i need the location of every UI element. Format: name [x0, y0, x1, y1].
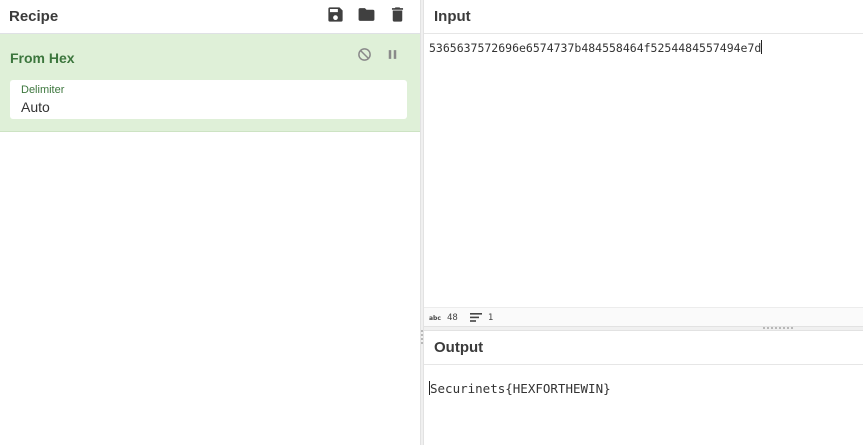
folder-icon: [358, 7, 375, 21]
lines-icon: [469, 313, 482, 322]
save-recipe-button[interactable]: [325, 3, 346, 25]
length-value: 48: [447, 312, 458, 323]
disable-icon: [357, 47, 371, 61]
delimiter-value[interactable]: Auto: [21, 99, 50, 115]
pause-icon: [388, 49, 396, 59]
operation-name: From Hex: [10, 50, 75, 66]
disable-operation-button[interactable]: [356, 46, 372, 62]
output-text: Securinets{HEXFORTHEWIN}: [430, 381, 611, 396]
text-caret: [761, 40, 763, 54]
input-text: 5365637572696e6574737b484558464f52544845…: [429, 41, 762, 55]
recipe-panel: Recipe From Hex Delimiter Auto: [0, 0, 420, 445]
output-textarea[interactable]: Securinets{HEXFORTHEWIN}: [429, 381, 611, 396]
delimiter-label: Delimiter: [21, 84, 65, 96]
delimiter-field[interactable]: Delimiter Auto: [10, 80, 407, 119]
output-header: Output: [424, 331, 863, 365]
recipe-title: Recipe: [9, 8, 59, 25]
lines-stat: 1: [469, 312, 494, 323]
lines-value: 1: [487, 312, 494, 323]
input-title: Input: [434, 8, 471, 25]
input-header: Input: [424, 0, 863, 34]
breakpoint-button[interactable]: [384, 46, 400, 62]
load-recipe-button[interactable]: [356, 3, 377, 25]
operation-from-hex[interactable]: From Hex Delimiter Auto: [0, 34, 420, 132]
abc-icon: abc: [429, 315, 441, 322]
output-title: Output: [434, 339, 484, 356]
output-pane: Output Securinets{HEXFORTHEWIN}: [424, 331, 863, 445]
input-status-bar: abc 48 1: [424, 307, 863, 327]
vertical-splitter-grip[interactable]: [421, 330, 423, 344]
horizontal-splitter-grip[interactable]: [763, 327, 793, 329]
save-icon: [328, 6, 343, 22]
operation-controls: [356, 46, 400, 62]
recipe-toolbar: [325, 3, 408, 25]
clear-recipe-button[interactable]: [387, 3, 408, 25]
svg-text:abc: abc: [429, 315, 441, 322]
length-stat: abc 48: [429, 313, 458, 323]
input-pane: Input 5365637572696e6574737b484558464f52…: [424, 0, 863, 326]
trash-icon: [391, 6, 404, 22]
input-textarea[interactable]: 5365637572696e6574737b484558464f52544845…: [429, 40, 763, 55]
